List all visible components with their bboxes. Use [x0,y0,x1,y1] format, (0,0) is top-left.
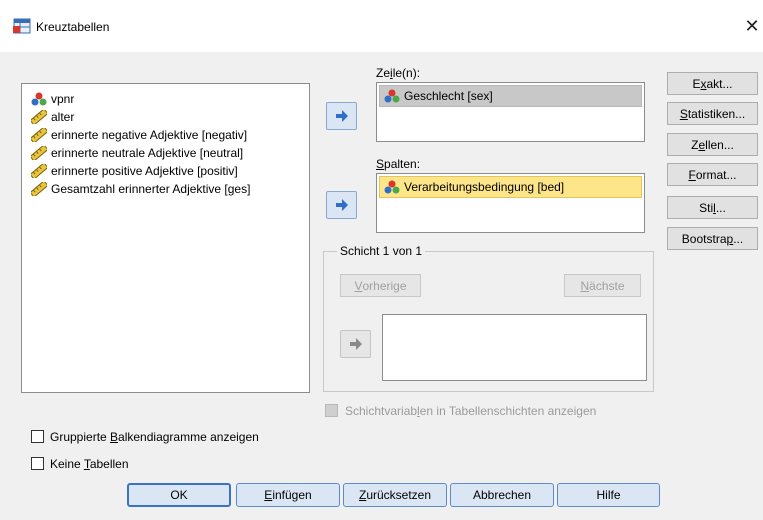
reset-button[interactable]: Zurücksetzen [343,483,447,507]
variable-item-ges[interactable]: Gesamtzahl erinnerter Adjektive [ges] [22,180,309,198]
variable-item-negativ[interactable]: erinnerte negative Adjektive [negativ] [22,126,309,144]
clustered-bar-charts-label: Gruppierte Balkendiagramme anzeigen [50,430,259,444]
suppress-tables-label: Keine Tabellen [50,457,129,471]
arrow-right-icon [335,199,348,211]
bootstrap-button[interactable]: Bootstra p... [667,227,758,250]
variable-item-vpnr[interactable]: vpnr [22,90,309,108]
variable-label: vpnr [51,92,75,106]
layer-variables-checkbox[interactable] [325,404,338,417]
cells-button[interactable]: Ze llen... [667,133,758,156]
move-to-layer-button[interactable] [340,330,371,358]
close-button[interactable]: ✕ [742,15,762,37]
crosstabs-app-icon [13,18,31,34]
rows-list[interactable]: Geschlecht [sex] [376,82,645,142]
variable-item-positiv[interactable]: erinnerte positive Adjektive [positiv] [22,162,309,180]
variable-label: erinnerte neutrale Adjektive [neutral] [51,146,244,160]
columns-list[interactable]: Verarbeitungsbedingung [bed] [376,173,645,233]
nominal-variable-icon [384,89,400,103]
ok-button[interactable]: OK [127,483,231,507]
paste-button[interactable]: Einfügen [236,483,340,507]
exact-button[interactable]: Ex akt... [667,72,758,95]
next-layer-button[interactable]: Nächste [564,274,641,297]
scale-variable-icon [31,164,47,178]
variable-label: erinnerte positive Adjektive [positiv] [51,164,238,178]
help-button[interactable]: Hilfe [557,483,660,507]
rows-label: Zeile(n): [376,66,421,80]
move-to-columns-button[interactable] [326,191,357,219]
layer-list[interactable] [382,314,647,381]
arrow-right-icon [335,110,348,122]
nominal-variable-icon [31,92,47,106]
suppress-tables-checkbox[interactable] [31,457,44,470]
columns-item-bed[interactable]: Verarbeitungsbedingung [bed] [379,176,642,198]
variable-label: erinnerte negative Adjektive [negativ] [51,128,248,142]
layer-variables-checkbox-label: Schichtvariablen in Tabellenschichten an… [345,404,597,418]
variable-label: Gesamtzahl erinnerter Adjektive [ges] [51,182,251,196]
variable-label: alter [51,110,75,124]
window-title: Kreuztabellen [36,20,110,34]
rows-item-sex[interactable]: Geschlecht [sex] [379,85,642,107]
layer-group-legend: Schicht 1 von 1 [337,244,426,258]
source-variable-list[interactable]: vpnr alter erinnerte negative Adjektive … [21,83,310,393]
variable-item-neutral[interactable]: erinnerte neutrale Adjektive [neutral] [22,144,309,162]
scale-variable-icon [31,146,47,160]
title-bar: Kreuztabellen ✕ [0,0,763,52]
arrow-right-icon [349,338,362,350]
variable-item-alter[interactable]: alter [22,108,309,126]
scale-variable-icon [31,182,47,196]
scale-variable-icon [31,128,47,142]
format-button[interactable]: Format... [667,163,758,186]
statistics-button[interactable]: Statistiken... [667,102,758,125]
nominal-variable-icon [384,180,400,194]
style-button[interactable]: Sti l... [667,196,758,219]
clustered-bar-charts-checkbox[interactable] [31,430,44,443]
columns-label: Spalten: [376,157,421,171]
scale-variable-icon [31,110,47,124]
move-to-rows-button[interactable] [326,102,357,130]
close-icon: ✕ [744,16,760,36]
previous-layer-button[interactable]: Vorherige [340,274,421,297]
cancel-button[interactable]: Abbrechen [450,483,554,507]
